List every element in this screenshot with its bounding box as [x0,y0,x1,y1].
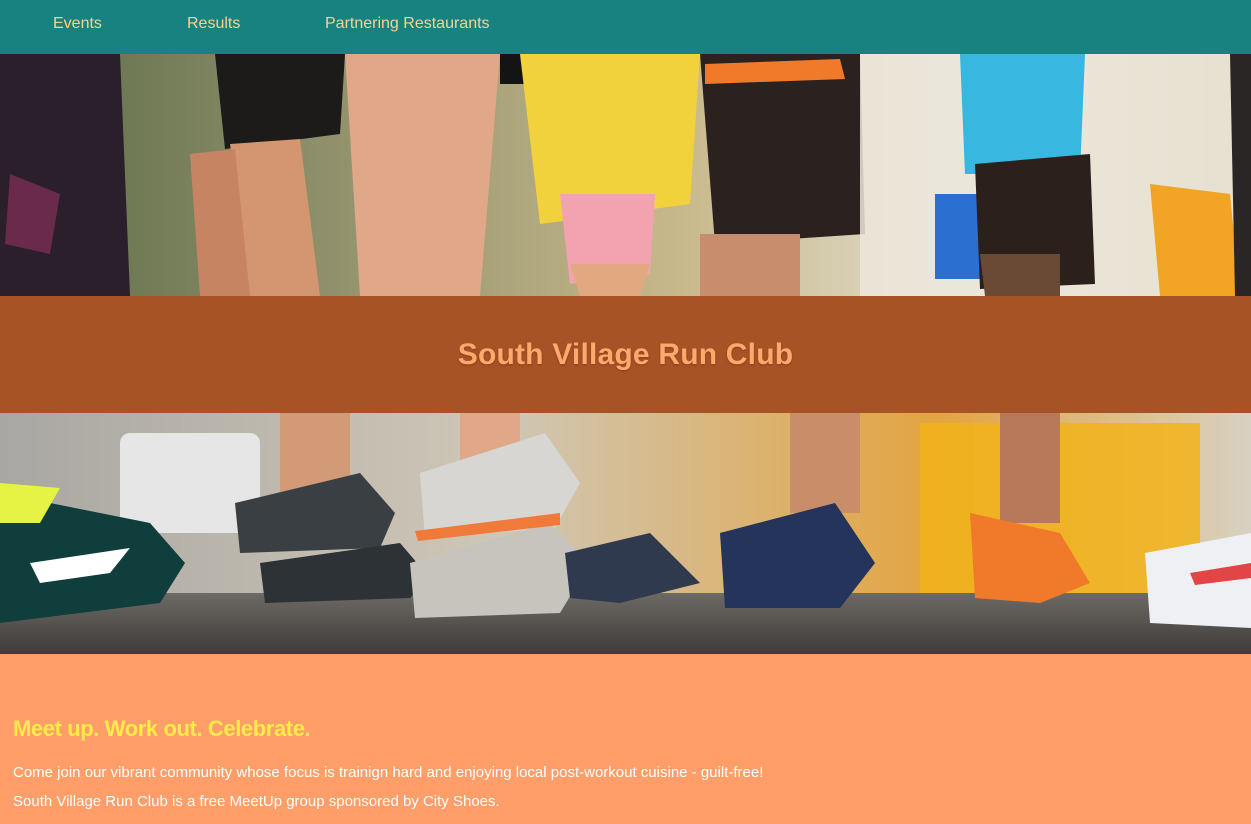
nav-results-link[interactable]: Results [187,15,240,33]
nav-events-link[interactable]: Events [53,15,102,33]
site-title: South Village Run Club [457,337,794,371]
intro-section: Meet up. Work out. Celebrate. Come join … [0,654,1251,824]
tagline-heading: Meet up. Work out. Celebrate. [13,716,311,741]
runners-legs-photo [0,54,1251,296]
intro-paragraph: Come join our vibrant community whose fo… [13,764,764,781]
title-band: South Village Run Club [0,296,1251,413]
running-shoes-photo [0,413,1251,654]
sponsor-paragraph: South Village Run Club is a free MeetUp … [13,793,500,810]
nav-partnering-restaurants-link[interactable]: Partnering Restaurants [325,15,490,33]
top-nav: Events Results Partnering Restaurants [0,0,1251,54]
